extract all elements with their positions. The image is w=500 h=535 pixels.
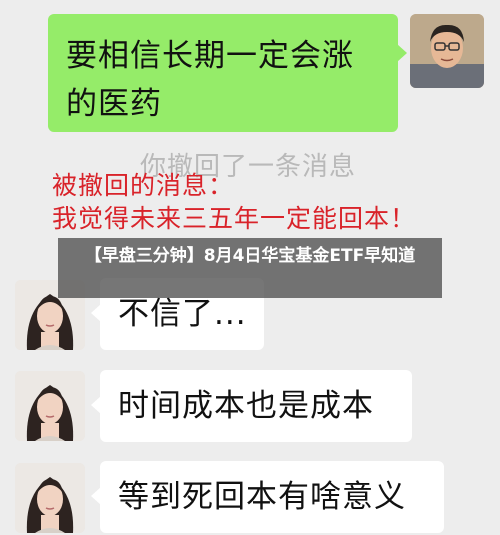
man-avatar-image <box>410 14 484 88</box>
article-headline-overlay: 【早盘三分钟】8月4日华宝基金ETF早知道 <box>58 238 442 298</box>
woman-avatar-image <box>15 371 85 441</box>
sent-message-bubble[interactable]: 要相信长期一定会涨的医药 <box>48 14 407 132</box>
received-message-bubble[interactable]: 时间成本也是成本 <box>91 370 412 442</box>
sender-avatar[interactable] <box>410 14 484 88</box>
recalled-message-content: 我觉得未来三五年一定能回本！ <box>52 204 417 233</box>
contact-avatar[interactable] <box>15 463 85 533</box>
recalled-message-title: 被撤回的消息： <box>52 171 235 200</box>
contact-avatar[interactable] <box>15 371 85 441</box>
chat-window: 要相信长期一定会涨的医药 你撤回了一条消息 被撤回的消息： 我觉得未来三五年一定… <box>0 0 500 535</box>
received-message-bubble[interactable]: 等到死回本有啥意义 <box>91 461 444 533</box>
woman-avatar-image <box>15 463 85 533</box>
